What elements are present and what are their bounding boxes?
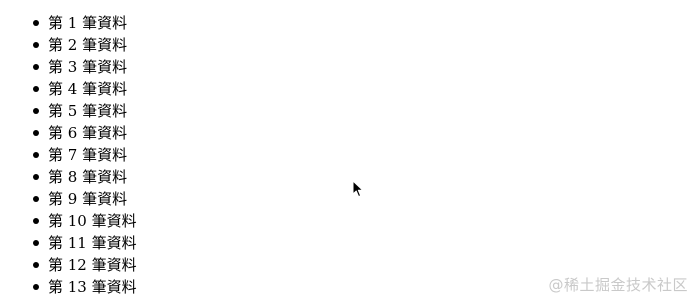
bullet-icon xyxy=(33,86,39,92)
list-item: 第 11 筆資料 xyxy=(33,232,137,254)
list-item-label: 第 10 筆資料 xyxy=(48,212,137,230)
list-item-label: 第 13 筆資料 xyxy=(48,278,137,296)
bullet-icon xyxy=(33,284,39,290)
bullet-icon xyxy=(33,130,39,136)
bullet-icon xyxy=(33,108,39,114)
list-item-label: 第 7 筆資料 xyxy=(48,146,128,164)
bullet-icon xyxy=(33,20,39,26)
list-item-label: 第 4 筆資料 xyxy=(48,80,128,98)
list-item: 第 5 筆資料 xyxy=(33,100,137,122)
bullet-icon xyxy=(33,218,39,224)
list-item: 第 6 筆資料 xyxy=(33,122,137,144)
bullet-icon xyxy=(33,240,39,246)
list-item-label: 第 3 筆資料 xyxy=(48,58,128,76)
list-item-label: 第 11 筆資料 xyxy=(48,234,137,252)
list-item-label: 第 2 筆資料 xyxy=(48,36,128,54)
bullet-icon xyxy=(33,42,39,48)
list-item: 第 2 筆資料 xyxy=(33,34,137,56)
list-item-label: 第 5 筆資料 xyxy=(48,102,128,120)
list-item: 第 9 筆資料 xyxy=(33,188,137,210)
data-list: 第 1 筆資料 第 2 筆資料 第 3 筆資料 第 4 筆資料 第 5 筆資料 … xyxy=(0,12,137,298)
bullet-icon xyxy=(33,152,39,158)
list-item-label: 第 6 筆資料 xyxy=(48,124,128,142)
bullet-icon xyxy=(33,262,39,268)
list-item: 第 3 筆資料 xyxy=(33,56,137,78)
list-item: 第 8 筆資料 xyxy=(33,166,137,188)
list-item-label: 第 9 筆資料 xyxy=(48,190,128,208)
list-item: 第 4 筆資料 xyxy=(33,78,137,100)
mouse-pointer-icon xyxy=(352,180,364,198)
list-item: 第 12 筆資料 xyxy=(33,254,137,276)
bullet-icon xyxy=(33,174,39,180)
watermark: @稀土掘金技术社区 xyxy=(548,276,688,294)
list-item-label: 第 12 筆資料 xyxy=(48,256,137,274)
bullet-icon xyxy=(33,64,39,70)
list-item: 第 13 筆資料 xyxy=(33,276,137,298)
list-item: 第 10 筆資料 xyxy=(33,210,137,232)
list-item: 第 1 筆資料 xyxy=(33,12,137,34)
bullet-icon xyxy=(33,196,39,202)
list-item: 第 7 筆資料 xyxy=(33,144,137,166)
list-item-label: 第 8 筆資料 xyxy=(48,168,128,186)
list-item-label: 第 1 筆資料 xyxy=(48,14,128,32)
